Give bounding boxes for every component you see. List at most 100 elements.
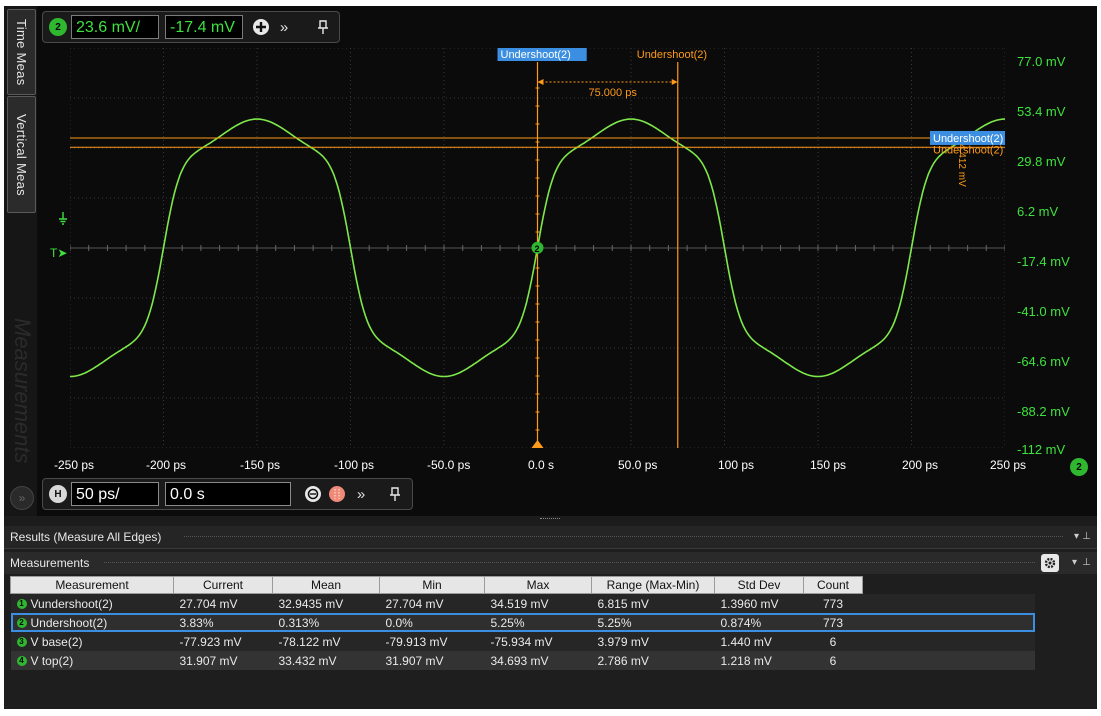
mean-value: 0.313% xyxy=(278,615,320,630)
x-label: -150 ps xyxy=(240,458,281,472)
trigger-label: T xyxy=(50,246,58,260)
mean-value: -78.122 mV xyxy=(278,634,341,649)
y-label: -17.4 mV xyxy=(1017,254,1070,269)
dropdown-icon[interactable]: ▾ xyxy=(1072,552,1077,574)
range-value: 2.786 mV xyxy=(597,653,649,668)
current-value: 31.907 mV xyxy=(179,653,238,668)
pin-icon[interactable] xyxy=(385,484,405,504)
zoom-icon[interactable] xyxy=(303,484,323,504)
count-value: 773 xyxy=(822,615,844,630)
column-header[interactable]: Current xyxy=(173,576,273,594)
column-header[interactable]: Max xyxy=(484,576,592,594)
svg-text:Undershoot(2): Undershoot(2) xyxy=(637,49,707,61)
y-label: -88.2 mV xyxy=(1017,404,1070,419)
oscilloscope-app: Time Meas Vertical Meas Measurements » 2… xyxy=(4,6,1097,709)
timebase-field[interactable]: 50 ps/ xyxy=(71,482,159,506)
results-header: Results (Measure All Edges) ▾ ⊥ xyxy=(4,526,1097,549)
x-label: 250 ps xyxy=(990,458,1027,472)
x-label: 50.0 ps xyxy=(618,458,658,472)
hmarker-label-bottom: Undershoot(2) xyxy=(933,144,1003,156)
pin-icon[interactable] xyxy=(313,17,333,37)
y-label: -112 mV xyxy=(1017,442,1066,457)
y-label: -64.6 mV xyxy=(1017,354,1070,369)
waveform-plot[interactable]: Undershoot(2) Undershoot(2)75.000 psUnder… xyxy=(70,48,1005,448)
table-row[interactable]: 4V top(2) 31.907 mV 33.432 mV 31.907 mV … xyxy=(10,651,1035,670)
column-header[interactable]: Count xyxy=(803,576,863,594)
count-value: 773 xyxy=(822,596,844,611)
column-header[interactable]: Min xyxy=(379,576,485,594)
vertical-toolbar: 2 23.6 mV/ -17.4 mV » xyxy=(42,11,340,43)
stddev-value: 0.874% xyxy=(720,615,762,630)
x-label: 0.0 s xyxy=(528,458,555,472)
acquisition-icon[interactable] xyxy=(327,484,347,504)
measurement-name: Vundershoot(2) xyxy=(30,596,113,611)
tab-measurements[interactable]: Measurements xyxy=(10,296,35,486)
table-row[interactable]: 3V base(2) -77.923 mV -78.122 mV -79.913… xyxy=(10,632,1035,651)
channel-2-badge[interactable]: 2 xyxy=(1070,458,1088,476)
measurement-name: V base(2) xyxy=(30,634,83,649)
column-header[interactable]: Range (Max-Min) xyxy=(591,576,715,594)
gear-icon[interactable] xyxy=(1041,554,1059,572)
svg-text:Undershoot(2): Undershoot(2) xyxy=(933,133,1003,145)
measurement-name: Undershoot(2) xyxy=(30,615,108,630)
trigger-marker[interactable]: T➤ xyxy=(50,246,67,260)
mean-value: 33.432 mV xyxy=(278,653,337,668)
x-label: 100 ps xyxy=(718,458,755,472)
plus-circle-icon[interactable] xyxy=(251,17,271,37)
results-panel: Results (Measure All Edges) ▾ ⊥ Measurem… xyxy=(4,526,1097,709)
tab-vertical-meas[interactable]: Vertical Meas xyxy=(7,96,36,213)
column-header[interactable]: Measurement xyxy=(10,576,174,594)
stddev-value: 1.3960 mV xyxy=(720,596,779,611)
range-value: 5.25% xyxy=(597,615,632,630)
table-row-selected[interactable]: 2 Undershoot(2) 3.83% 0.313% 0.0% 5.25% 5… xyxy=(10,613,1035,632)
table-row[interactable]: 1 Vundershoot(2) 27.704 mV 32.9435 mV 27.… xyxy=(10,593,1035,613)
pin-icon[interactable]: ⊥ xyxy=(1082,552,1091,574)
max-value: 34.519 mV xyxy=(490,596,549,611)
vertical-scale-field[interactable]: 23.6 mV/ xyxy=(71,15,159,39)
pin-icon[interactable]: ⊥ xyxy=(1082,526,1091,548)
column-header[interactable]: Mean xyxy=(272,576,380,594)
current-value: 3.83% xyxy=(179,615,214,630)
trigger-position-marker xyxy=(531,440,544,448)
stddev-value: 1.218 mV xyxy=(720,653,772,668)
range-value: 6.815 mV xyxy=(597,596,649,611)
min-value: 31.907 mV xyxy=(385,653,444,668)
horizontal-position-field[interactable]: 0.0 s xyxy=(165,482,291,506)
double-chevron-icon[interactable]: » xyxy=(350,484,372,504)
delta-v-label: 4.412 mV xyxy=(956,144,967,187)
y-label: 29.8 mV xyxy=(1017,154,1066,169)
horizontal-badge[interactable]: H xyxy=(49,485,67,503)
panel-splitter[interactable] xyxy=(4,516,1097,526)
count-value: 6 xyxy=(829,634,837,649)
x-label: -50.0 ps xyxy=(427,458,471,472)
mean-value: 32.9435 mV xyxy=(278,596,344,611)
range-value: 3.979 mV xyxy=(597,634,649,649)
y-label: -41.0 mV xyxy=(1017,304,1070,319)
dropdown-icon[interactable]: ▾ xyxy=(1074,526,1079,548)
ground-marker-icon[interactable] xyxy=(58,212,68,226)
channel-badge[interactable]: 2 xyxy=(49,18,67,36)
svg-text:Undershoot(2): Undershoot(2) xyxy=(933,144,1003,156)
measurements-table: Measurement Current Mean Min Max Range (… xyxy=(10,576,1035,670)
min-value: 0.0% xyxy=(385,615,413,630)
measurement-name: V top(2) xyxy=(30,653,74,668)
svg-text:75.000 ps: 75.000 ps xyxy=(589,87,638,99)
double-chevron-icon[interactable]: » xyxy=(273,17,295,37)
x-label: -250 ps xyxy=(54,458,95,472)
vertical-offset-field[interactable]: -17.4 mV xyxy=(165,15,243,39)
vmarker-label-right: Undershoot(2) xyxy=(637,49,707,61)
stddev-value: 1.440 mV xyxy=(720,634,772,649)
min-value: -79.913 mV xyxy=(385,634,448,649)
current-value: -77.923 mV xyxy=(179,634,242,649)
tab-time-meas[interactable]: Time Meas xyxy=(7,9,36,95)
double-chevron-icon[interactable]: » xyxy=(10,486,34,510)
max-value: 34.693 mV xyxy=(490,653,549,668)
measurement-number-badge: 3 xyxy=(16,637,27,648)
x-label: 200 ps xyxy=(902,458,939,472)
measurements-header: Measurements ▾ ⊥ xyxy=(4,552,1097,574)
column-header[interactable]: Std Dev xyxy=(714,576,804,594)
measurements-title: Measurements xyxy=(10,556,90,570)
max-value: 5.25% xyxy=(490,615,525,630)
channel-marker-label: 2 xyxy=(535,244,540,254)
y-label: 77.0 mV xyxy=(1017,54,1066,69)
